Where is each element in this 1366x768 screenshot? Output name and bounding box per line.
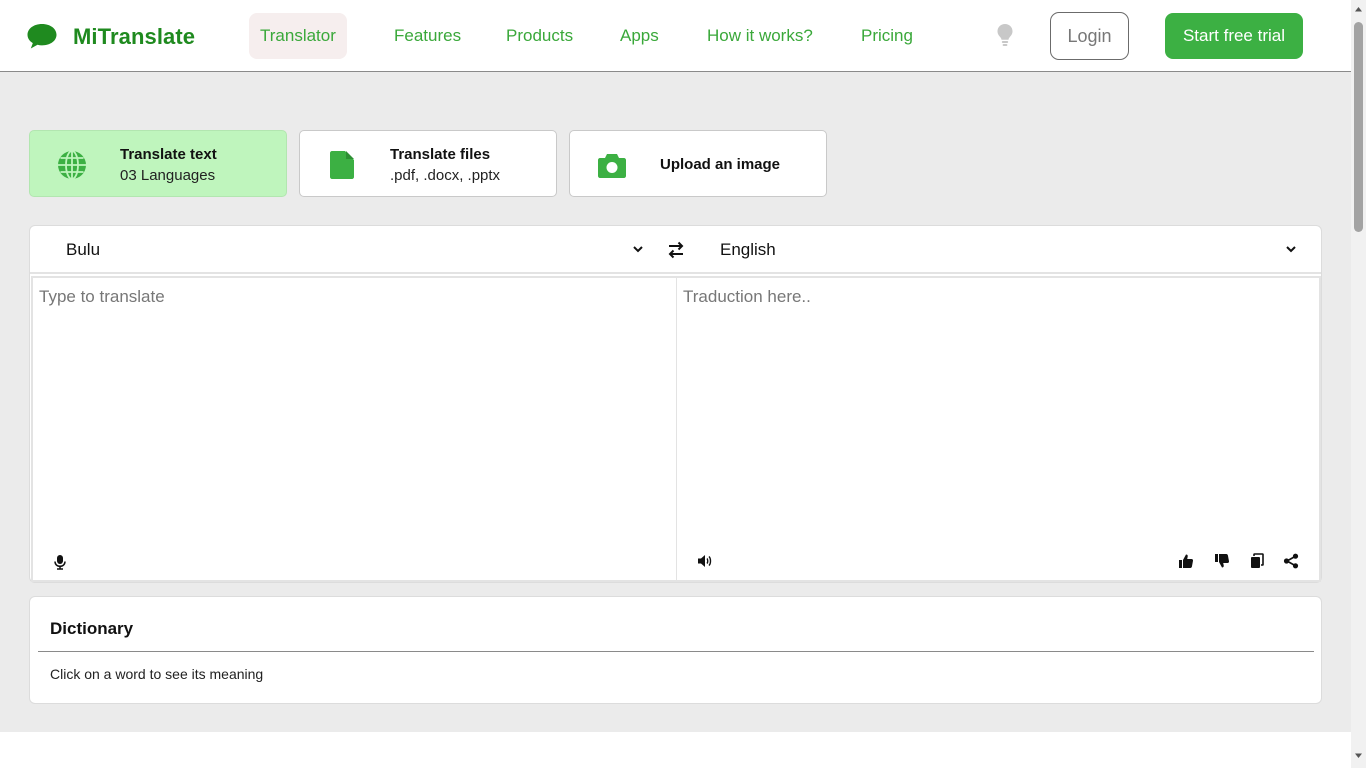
scroll-down-arrow-icon[interactable]: [1354, 752, 1363, 760]
mode-title: Upload an image: [660, 156, 781, 173]
mode-translate-files[interactable]: Translate files .pdf, .docx, .pptx: [299, 130, 557, 197]
language-bar: Bulu English: [30, 226, 1321, 274]
camera-icon: [598, 154, 626, 178]
translation-output[interactable]: Traduction here..: [676, 276, 1321, 582]
source-text-input[interactable]: Type to translate: [31, 276, 677, 582]
microphone-icon[interactable]: [52, 554, 68, 570]
dictionary-title: Dictionary: [50, 619, 134, 638]
mode-subtitle: 03 Languages: [120, 167, 216, 184]
chevron-down-icon[interactable]: [632, 243, 644, 255]
main-content: Translate text 03 Languages Translate fi…: [0, 72, 1351, 732]
login-button[interactable]: Login: [1050, 12, 1129, 60]
mode-title: Translate files: [390, 146, 491, 163]
source-placeholder: Type to translate: [39, 287, 165, 306]
chevron-down-icon[interactable]: [1285, 243, 1297, 255]
nav-apps[interactable]: Apps: [609, 13, 670, 59]
share-icon[interactable]: [1283, 553, 1299, 569]
scroll-thumb[interactable]: [1354, 22, 1363, 232]
thumbs-down-icon[interactable]: [1214, 553, 1230, 569]
top-navbar: MiTranslate Translator Features Products…: [0, 0, 1351, 72]
copy-icon[interactable]: [1249, 553, 1265, 569]
thumbs-up-icon[interactable]: [1178, 553, 1194, 569]
nav-translator[interactable]: Translator: [249, 13, 347, 59]
nav-products[interactable]: Products: [495, 13, 584, 59]
nav-features[interactable]: Features: [383, 13, 472, 59]
mode-upload-image[interactable]: Upload an image: [569, 130, 827, 197]
scroll-up-arrow-icon[interactable]: [1354, 5, 1363, 13]
mode-translate-text[interactable]: Translate text 03 Languages: [29, 130, 287, 197]
divider: [38, 651, 1314, 652]
nav-how-it-works[interactable]: How it works?: [696, 13, 824, 59]
globe-icon: [58, 150, 86, 180]
speaker-icon[interactable]: [697, 553, 713, 569]
page-scrollbar[interactable]: [1351, 0, 1366, 768]
nav-pricing[interactable]: Pricing: [850, 13, 924, 59]
target-language-select[interactable]: English: [720, 240, 776, 260]
lightbulb-icon[interactable]: [995, 23, 1015, 47]
speech-bubble-icon[interactable]: [26, 22, 58, 50]
source-language-select[interactable]: Bulu: [66, 240, 100, 260]
file-icon: [330, 151, 354, 179]
dictionary-panel: Dictionary Click on a word to see its me…: [29, 596, 1322, 704]
target-placeholder: Traduction here..: [683, 287, 811, 306]
swap-languages-icon[interactable]: [666, 240, 686, 260]
mode-subtitle: .pdf, .docx, .pptx: [390, 167, 501, 184]
translator-panel: Bulu English Type to translate Traductio…: [29, 225, 1322, 583]
dictionary-hint: Click on a word to see its meaning: [50, 666, 264, 682]
mode-title: Translate text: [120, 146, 217, 163]
brand-name[interactable]: MiTranslate: [73, 24, 195, 50]
start-free-trial-button[interactable]: Start free trial: [1165, 13, 1303, 59]
